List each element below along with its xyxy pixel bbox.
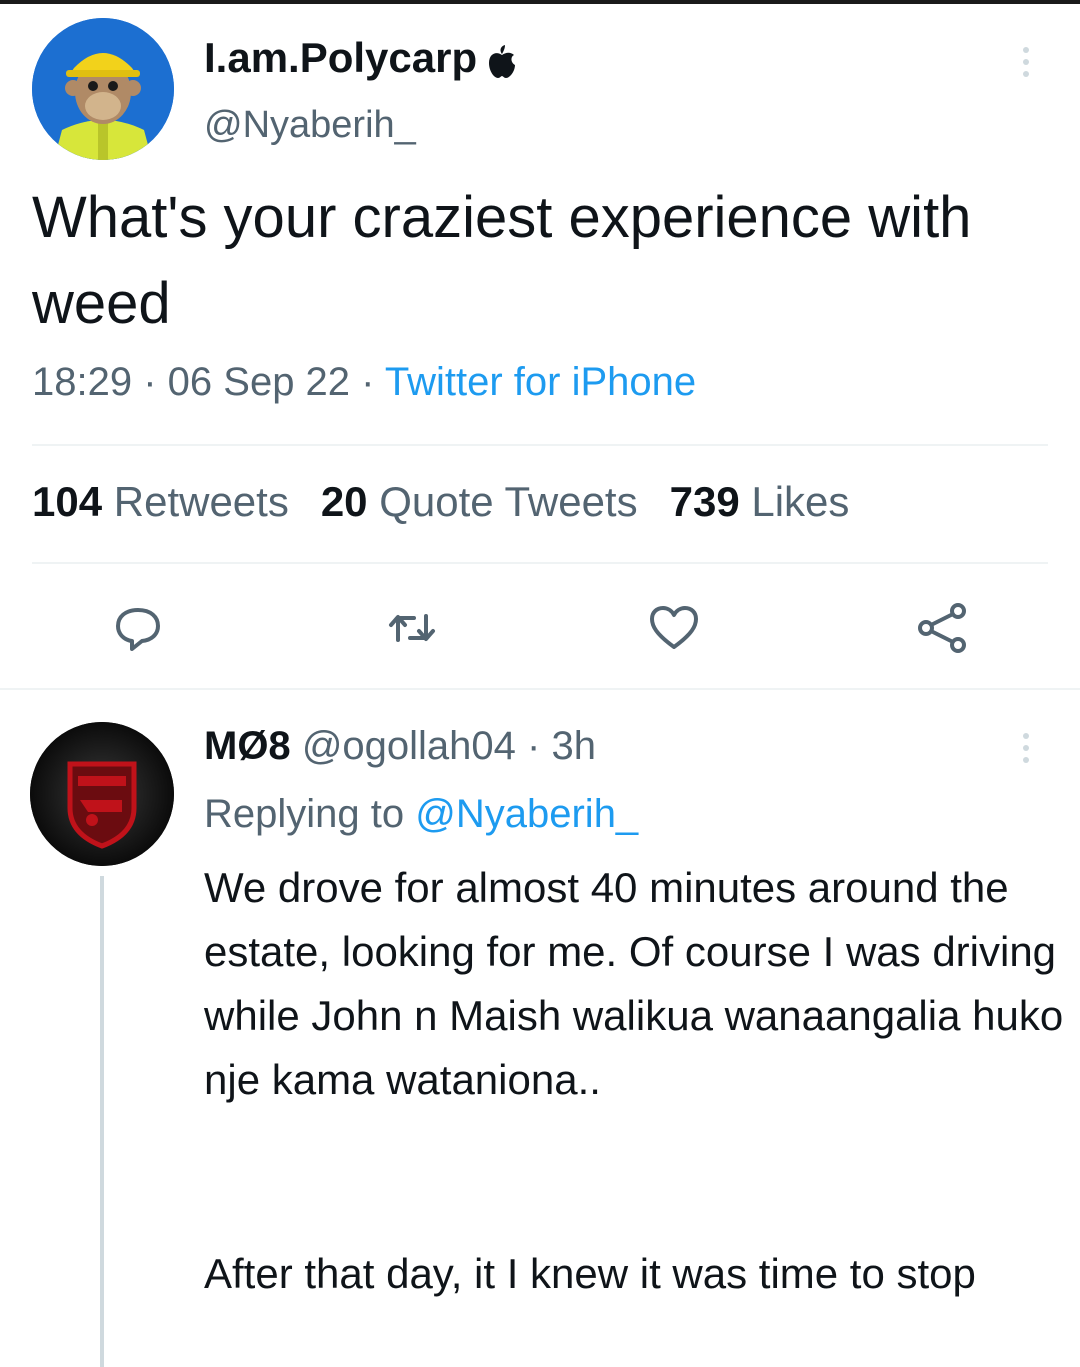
author-name-text[interactable]: I.am.Polycarp (204, 34, 477, 82)
meta-separator: · (515, 724, 552, 768)
author-name[interactable]: I.am.Polycarp (204, 34, 517, 82)
divider (32, 444, 1048, 446)
divider (32, 562, 1048, 564)
share-icon[interactable] (914, 600, 970, 656)
more-vertical-icon[interactable] (1018, 728, 1034, 768)
reply-text-paragraph-2: After that day, it I knew it was time to… (204, 1250, 976, 1297)
author-handle[interactable]: @Nyaberih_ (204, 104, 416, 147)
retweet-icon[interactable] (384, 600, 440, 656)
tweet-time: 18:29 (32, 360, 133, 404)
tweet-screenshot: I.am.Polycarp @Nyaberih_ What's your cra… (0, 0, 1080, 1367)
apple-logo-icon (487, 41, 517, 78)
retweets-label: Retweets (113, 478, 289, 525)
retweets-count: 104 (32, 478, 103, 525)
tweet-text: What's your craziest experience with wee… (32, 185, 972, 336)
likes-label: Likes (751, 478, 850, 525)
like-icon[interactable] (646, 600, 702, 656)
tweet-stats: 104 Retweets 20 Quote Tweets 739 Likes (32, 478, 849, 526)
reply-age[interactable]: 3h (551, 724, 596, 768)
thread-line (100, 876, 104, 1367)
top-edge-bar (0, 0, 1080, 4)
quote-tweets-count: 20 (320, 478, 368, 525)
replying-to-mention[interactable]: @Nyaberih_ (415, 792, 638, 836)
quote-tweets-stat[interactable]: 20 Quote Tweets (321, 478, 638, 526)
author-avatar[interactable] (32, 18, 174, 160)
reply-author-avatar[interactable] (30, 722, 174, 866)
tweet-source-link[interactable]: Twitter for iPhone (385, 360, 696, 404)
tweet-date: 06 Sep 22 (167, 360, 351, 404)
likes-count: 739 (669, 478, 740, 525)
likes-stat[interactable]: 739 Likes (670, 478, 850, 526)
reply-text: We drove for almost 40 minutes around th… (204, 864, 1064, 1103)
more-vertical-icon[interactable] (1018, 42, 1034, 82)
reply-header: MØ8 @ogollah04 · 3h (204, 724, 596, 769)
tweet-meta: 18:29 · 06 Sep 22 · Twitter for iPhone (32, 360, 696, 405)
divider (0, 688, 1080, 690)
reply-author-handle[interactable]: @ogollah04 (302, 724, 516, 768)
quote-tweets-label: Quote Tweets (379, 478, 638, 525)
meta-separator: · (350, 360, 385, 404)
meta-separator: · (132, 360, 168, 404)
retweets-stat[interactable]: 104 Retweets (32, 478, 289, 526)
reply-icon[interactable] (110, 600, 166, 656)
replying-to: Replying to @Nyaberih_ (204, 792, 638, 837)
reply-author-name[interactable]: MØ8 (204, 724, 291, 768)
replying-to-label: Replying to (204, 792, 405, 836)
